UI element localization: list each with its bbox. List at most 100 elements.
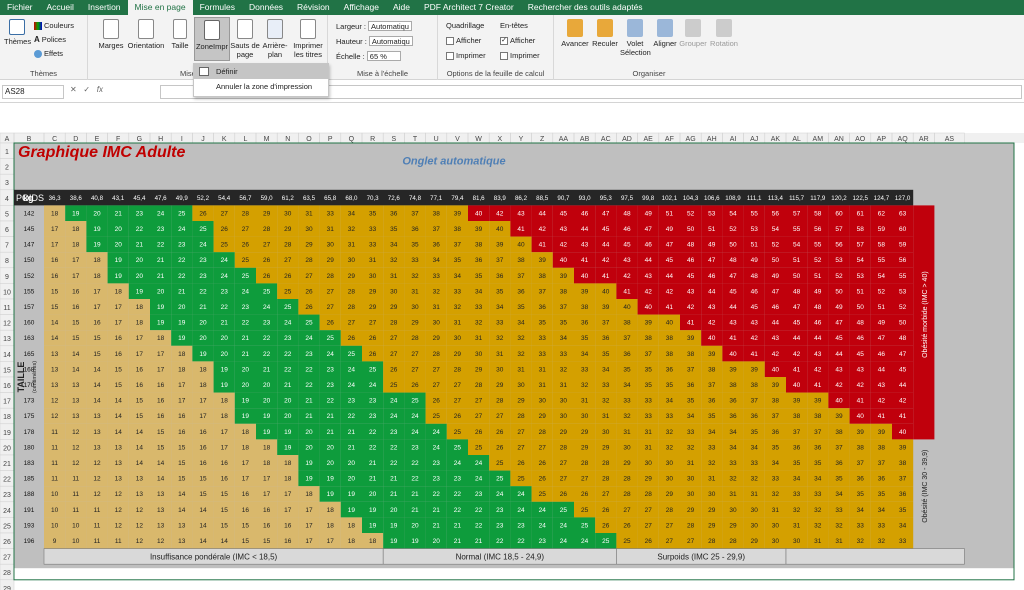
bmi-value: 17 bbox=[178, 398, 186, 405]
bmi-value: 15 bbox=[263, 538, 271, 545]
row-header-label: 24 bbox=[3, 508, 11, 515]
bmi-value: 20 bbox=[221, 351, 229, 358]
bmi-value: 23 bbox=[263, 320, 271, 327]
bmi-value: 43 bbox=[835, 366, 843, 373]
bmi-value: 29 bbox=[602, 444, 610, 451]
bmi-value: 19 bbox=[369, 522, 377, 529]
bmi-value: 17 bbox=[72, 273, 80, 280]
bmi-value: 19 bbox=[115, 273, 123, 280]
bmi-value: 45 bbox=[857, 351, 865, 358]
bmi-value: 30 bbox=[560, 398, 568, 405]
bmi-value: 38 bbox=[772, 398, 780, 405]
bmi-value: 17 bbox=[327, 538, 335, 545]
bmi-value: 36 bbox=[581, 320, 589, 327]
bmi-value: 11 bbox=[94, 538, 101, 545]
bmi-value: 37 bbox=[878, 460, 886, 467]
bmi-value: 12 bbox=[115, 507, 123, 514]
bmi-value: 25 bbox=[369, 366, 377, 373]
bmi-value: 22 bbox=[327, 398, 335, 405]
bmi-value: 13 bbox=[115, 444, 123, 451]
bmi-value: 27 bbox=[645, 507, 653, 514]
bmi-value: 42 bbox=[539, 226, 547, 233]
bmi-value: 42 bbox=[899, 398, 907, 405]
bmi-value: 30 bbox=[454, 335, 462, 342]
bmi-value: 33 bbox=[878, 522, 886, 529]
bmi-value: 28 bbox=[687, 522, 695, 529]
bmi-value: 15 bbox=[51, 304, 59, 311]
bmi-value: 19 bbox=[157, 320, 165, 327]
bmi-value: 55 bbox=[793, 226, 801, 233]
bmi-value: 28 bbox=[475, 382, 483, 389]
bmi-value: 32 bbox=[390, 257, 398, 264]
bmi-value: 36 bbox=[857, 476, 865, 483]
column-header-label: B bbox=[27, 136, 32, 143]
bmi-value: 49 bbox=[835, 304, 843, 311]
bmi-value: 11 bbox=[94, 507, 101, 514]
bmi-value: 18 bbox=[199, 382, 207, 389]
clear-print-area-item[interactable]: Annuler la zone d'impression bbox=[194, 79, 328, 94]
bmi-value: 26 bbox=[305, 288, 313, 295]
bmi-value: 18 bbox=[369, 538, 377, 545]
bmi-value: 16 bbox=[51, 273, 59, 280]
column-header-label: A bbox=[5, 136, 10, 143]
bmi-value: 30 bbox=[390, 288, 398, 295]
bmi-value: 18 bbox=[327, 507, 335, 514]
height-value: 147 bbox=[24, 242, 35, 249]
footer-label: Insuffisance pondérale (IMC < 18,5) bbox=[150, 553, 278, 562]
sheet-grid[interactable]: A B C D E F G H I J K L M N O P Q R S T U V W X Y Z AA AB AC AD AE AF AG… bbox=[0, 0, 1024, 590]
bmi-value: 42 bbox=[857, 382, 865, 389]
bmi-value: 41 bbox=[793, 366, 801, 373]
bmi-value: 23 bbox=[390, 429, 398, 436]
bmi-value: 19 bbox=[411, 538, 419, 545]
bmi-value: 44 bbox=[772, 320, 780, 327]
bmi-value: 49 bbox=[666, 226, 674, 233]
bmi-value: 40 bbox=[645, 304, 653, 311]
bmi-value: 30 bbox=[284, 210, 292, 217]
define-print-area-item[interactable]: Définir bbox=[194, 64, 328, 79]
bmi-value: 35 bbox=[772, 444, 780, 451]
weight-value: 45,4 bbox=[133, 195, 146, 202]
bmi-value: 21 bbox=[284, 382, 292, 389]
bmi-value: 25 bbox=[221, 242, 229, 249]
column-header-label: AD bbox=[622, 136, 632, 143]
bmi-value: 35 bbox=[369, 210, 377, 217]
bmi-value: 37 bbox=[560, 304, 568, 311]
bmi-value: 13 bbox=[136, 476, 144, 483]
bmi-value: 30 bbox=[645, 460, 653, 467]
bmi-value: 26 bbox=[602, 507, 610, 514]
bmi-value: 29 bbox=[623, 460, 631, 467]
bmi-value: 31 bbox=[305, 210, 313, 217]
bmi-value: 40 bbox=[772, 366, 780, 373]
row-header-label: 27 bbox=[3, 555, 11, 562]
bmi-value: 21 bbox=[157, 257, 165, 264]
bmi-value: 35 bbox=[496, 288, 504, 295]
bmi-value: 41 bbox=[539, 242, 547, 249]
bmi-value: 15 bbox=[178, 444, 186, 451]
bmi-value: 24 bbox=[242, 288, 250, 295]
bmi-value: 35 bbox=[454, 257, 462, 264]
bmi-value: 30 bbox=[793, 538, 801, 545]
column-header-label: AQ bbox=[898, 136, 909, 143]
column-header-label: V bbox=[455, 136, 460, 143]
bmi-value: 29 bbox=[348, 273, 356, 280]
bmi-value: 23 bbox=[348, 398, 356, 405]
bmi-value: 59 bbox=[878, 226, 886, 233]
column-header-label: Q bbox=[349, 136, 355, 143]
bmi-value: 32 bbox=[348, 226, 356, 233]
bmi-value: 14 bbox=[157, 476, 165, 483]
bmi-value: 40 bbox=[729, 351, 737, 358]
bmi-value: 26 bbox=[369, 351, 377, 358]
bmi-value: 10 bbox=[51, 491, 59, 498]
bmi-value: 29 bbox=[560, 429, 568, 436]
row-header-label: 11 bbox=[3, 305, 10, 312]
bmi-value: 18 bbox=[284, 476, 292, 483]
bmi-value: 37 bbox=[751, 398, 759, 405]
bmi-value: 12 bbox=[51, 413, 59, 420]
bmi-value: 15 bbox=[72, 320, 80, 327]
bmi-value: 34 bbox=[454, 273, 462, 280]
weight-value: 104,3 bbox=[683, 195, 699, 202]
bmi-value: 30 bbox=[539, 398, 547, 405]
bmi-value: 27 bbox=[517, 429, 525, 436]
weight-value: 56,7 bbox=[239, 195, 252, 202]
bmi-value: 53 bbox=[751, 226, 759, 233]
